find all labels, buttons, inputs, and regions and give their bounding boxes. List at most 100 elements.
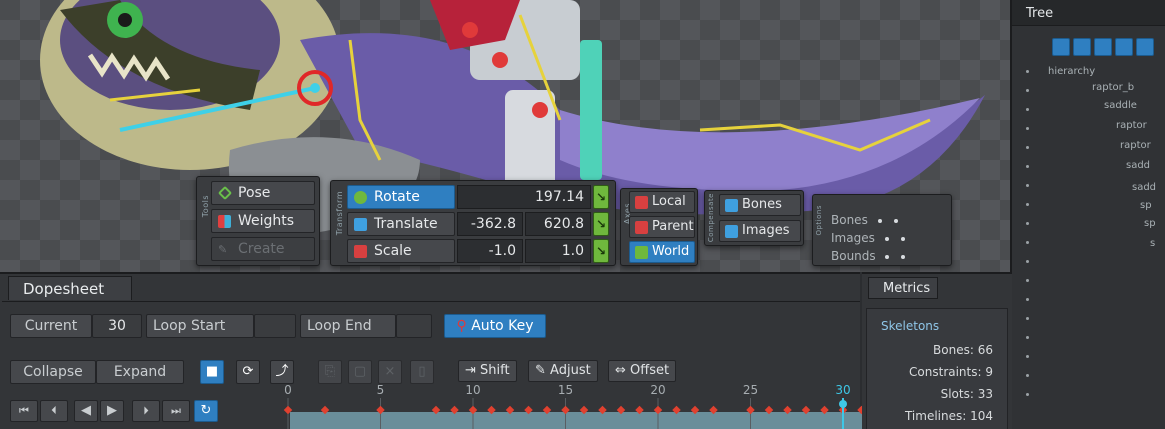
expand-button[interactable]: Expand <box>96 360 184 384</box>
collapse-button[interactable]: Collapse <box>10 360 96 384</box>
keyframe-marker[interactable] <box>764 405 774 415</box>
translate-key-button[interactable]: ↘ <box>593 212 609 236</box>
copy-icon[interactable]: ⎘ <box>318 360 342 384</box>
tree-row-7[interactable]: sp <box>1140 200 1152 211</box>
trash-icon[interactable]: ▯ <box>410 360 434 384</box>
compensate-bones-button[interactable]: Bones <box>719 194 801 216</box>
translate-y-field[interactable]: 620.8 <box>525 212 591 236</box>
keyframe-marker[interactable] <box>487 405 496 415</box>
options-bounds-toggle-1[interactable] <box>885 254 890 259</box>
tree-tool-5-icon[interactable] <box>1136 38 1154 56</box>
rotate-tool-button[interactable]: Rotate <box>347 185 455 209</box>
options-bones-toggle-2[interactable] <box>893 218 898 223</box>
options-bounds-toggle-2[interactable] <box>901 254 906 259</box>
sync-icon[interactable]: ⟳ <box>236 360 260 384</box>
loop-start-button[interactable]: Loop Start <box>146 314 254 338</box>
scale-key-button[interactable]: ↘ <box>593 239 609 263</box>
tree-visibility-toggle[interactable] <box>1026 393 1029 396</box>
clear-icon[interactable]: × <box>378 360 402 384</box>
keyframe-marker[interactable] <box>561 405 570 415</box>
rotate-key-button[interactable]: ↘ <box>593 185 609 209</box>
offset-button[interactable]: ⇔ Offset <box>608 360 677 382</box>
previous-key-icon[interactable]: ⏴ <box>40 400 68 422</box>
tree-row-5[interactable]: sadd <box>1126 160 1150 171</box>
axes-local-button[interactable]: Local <box>629 191 695 213</box>
tree-tool-1-icon[interactable] <box>1052 38 1070 56</box>
tree-row-4[interactable]: raptor <box>1120 140 1151 151</box>
first-frame-icon[interactable]: ⏮ <box>10 400 38 422</box>
keyframe-marker[interactable] <box>579 405 589 415</box>
last-frame-icon[interactable]: ⏭ <box>162 400 190 422</box>
compensate-images-button[interactable]: Images <box>719 220 801 242</box>
tree-tool-4-icon[interactable] <box>1115 38 1133 56</box>
tree-visibility-toggle[interactable] <box>1026 222 1029 225</box>
rotate-value-field[interactable]: 197.14 <box>457 185 591 209</box>
tree-visibility-toggle[interactable] <box>1026 279 1029 282</box>
tree-visibility-toggle[interactable] <box>1026 203 1029 206</box>
tree-visibility-toggle[interactable] <box>1026 184 1029 187</box>
keyframe-marker[interactable] <box>524 405 533 415</box>
bone-origin-point[interactable] <box>310 83 320 93</box>
tree-visibility-toggle[interactable] <box>1026 127 1029 130</box>
loop-end-button[interactable]: Loop End <box>300 314 396 338</box>
current-frame-field[interactable]: 30 <box>92 314 142 338</box>
keyframe-marker[interactable] <box>468 405 478 415</box>
tree-row-6[interactable]: sadd <box>1132 182 1156 193</box>
keyframe-marker[interactable] <box>801 405 811 415</box>
loop-icon[interactable]: ↻ <box>194 400 218 422</box>
keyframe-marker[interactable] <box>505 405 515 415</box>
tree-row-9[interactable]: s <box>1150 238 1155 249</box>
create-tool-button[interactable]: ✎ Create <box>211 237 315 261</box>
play-forward-icon[interactable]: ▶ <box>100 400 124 422</box>
keyframe-marker[interactable] <box>672 405 681 415</box>
next-key-icon[interactable]: ⏵ <box>132 400 160 422</box>
tree-visibility-toggle[interactable] <box>1026 336 1029 339</box>
tree-row-1[interactable]: raptor_b <box>1092 82 1134 93</box>
keyframe-marker[interactable] <box>653 405 663 415</box>
metrics-tab[interactable]: Metrics <box>868 277 938 299</box>
pose-tool-button[interactable]: Pose <box>211 181 315 205</box>
scale-tool-button[interactable]: Scale <box>347 239 455 263</box>
tree-visibility-toggle[interactable] <box>1026 89 1029 92</box>
viewport[interactable]: Tools Pose Weights ✎ Create Transform Ro… <box>0 0 1010 272</box>
options-images-toggle-2[interactable] <box>900 236 905 241</box>
timeline-ruler[interactable]: 0 5 10 15 20 25 30 <box>230 382 870 429</box>
axes-world-button[interactable]: World <box>629 241 695 263</box>
tree-row-2[interactable]: saddle <box>1104 100 1137 111</box>
tree-visibility-toggle[interactable] <box>1026 108 1029 111</box>
weights-tool-button[interactable]: Weights <box>211 209 315 233</box>
keyframe-marker[interactable] <box>690 405 700 415</box>
lock-icon[interactable]: ■ <box>200 360 224 384</box>
keyframe-marker[interactable] <box>598 405 607 415</box>
loop-end-field[interactable] <box>396 314 432 338</box>
tree-row-8[interactable]: sp <box>1144 218 1156 229</box>
keyframe-marker[interactable] <box>616 405 626 415</box>
dopesheet-tab[interactable]: Dopesheet <box>8 276 132 300</box>
keyframe-marker[interactable] <box>542 405 552 415</box>
keyframe-marker[interactable] <box>783 405 792 415</box>
keyframe-marker[interactable] <box>709 405 718 415</box>
translate-tool-button[interactable]: Translate <box>347 212 455 236</box>
scale-x-field[interactable]: -1.0 <box>457 239 523 263</box>
keyframe-marker[interactable] <box>820 405 829 415</box>
tree-visibility-toggle[interactable] <box>1026 374 1029 377</box>
keyframe-marker[interactable] <box>746 405 755 415</box>
tree-visibility-toggle[interactable] <box>1026 298 1029 301</box>
keyframe-marker[interactable] <box>376 405 385 415</box>
scale-y-field[interactable]: 1.0 <box>525 239 591 263</box>
tree-visibility-toggle[interactable] <box>1026 355 1029 358</box>
tree-row-3[interactable]: raptor <box>1116 120 1147 131</box>
paste-icon[interactable]: ▢ <box>348 360 372 384</box>
play-backward-icon[interactable]: ◀ <box>74 400 98 422</box>
auto-key-button[interactable]: ⚲ Auto Key <box>444 314 546 338</box>
axes-parent-button[interactable]: Parent <box>629 216 695 238</box>
loop-start-field[interactable] <box>254 314 296 338</box>
playhead-handle[interactable] <box>839 400 847 408</box>
keyframe-marker[interactable] <box>320 405 330 415</box>
tree-visibility-toggle[interactable] <box>1026 260 1029 263</box>
options-images-toggle-1[interactable] <box>884 236 889 241</box>
options-bones-toggle-1[interactable] <box>877 218 882 223</box>
tree-visibility-toggle[interactable] <box>1026 70 1029 73</box>
adjust-button[interactable]: ✎ Adjust <box>528 360 598 382</box>
keyframe-marker[interactable] <box>283 405 293 415</box>
